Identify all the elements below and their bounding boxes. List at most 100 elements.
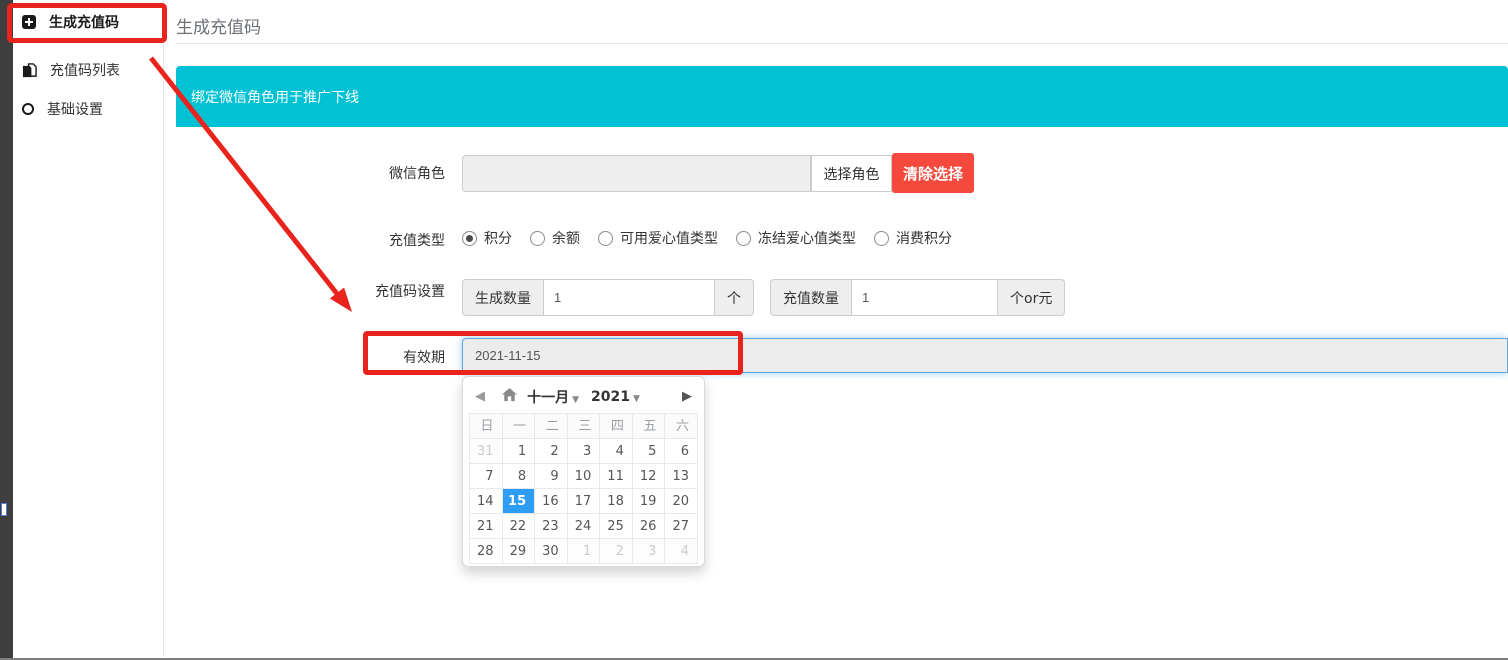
month-label: 十一月 [527,387,569,407]
radio-option[interactable]: 可用爱心值类型 [598,228,718,248]
calendar-day-header: 一 [503,414,536,439]
calendar-day[interactable]: 9 [535,464,568,489]
sidebar-item-basic-settings[interactable]: 基础设置 [22,93,162,125]
calendar-day[interactable]: 16 [535,489,568,514]
home-icon[interactable] [502,388,517,402]
year-label: 2021 [591,389,630,405]
calendar-day[interactable]: 1 [568,539,601,564]
recharge-quantity-suffix: 个or元 [998,279,1065,316]
app-window: 生成充值码 充值码列表 基础设置 生成充值码 绑定微信角色用于推广下线 微信角色… [0,0,1508,660]
calendar-day[interactable]: 25 [600,514,633,539]
calendar-day[interactable]: 23 [535,514,568,539]
prev-month-icon[interactable]: ◀ [475,389,485,404]
calendar-day[interactable]: 5 [633,439,666,464]
calendar-day[interactable]: 6 [665,439,698,464]
calendar-day[interactable]: 11 [600,464,633,489]
sidebar-item-code-list[interactable]: 充值码列表 [22,54,162,86]
calendar-day[interactable]: 17 [568,489,601,514]
radio-icon[interactable] [598,231,613,246]
panel-banner: 绑定微信角色用于推广下线 [176,66,1508,127]
radio-label: 积分 [484,228,512,248]
calendar-day[interactable]: 3 [568,439,601,464]
calendar-day[interactable]: 3 [633,539,666,564]
calendar-day[interactable]: 14 [470,489,503,514]
recharge-quantity-group: 充值数量 个or元 [770,279,1062,316]
recharge-type-label: 充值类型 [325,230,445,250]
calendar-day[interactable]: 10 [568,464,601,489]
copy-icon [22,63,37,78]
calendar-day[interactable]: 30 [535,539,568,564]
calendar-day[interactable]: 2 [535,439,568,464]
calendar-grid: 日一二三四五六311234567891011121314151617181920… [469,413,698,564]
calendar-day[interactable]: 1 [503,439,536,464]
calendar-day[interactable]: 12 [633,464,666,489]
calendar-day-header: 五 [633,414,666,439]
calendar-day-header: 日 [470,414,503,439]
calendar-day-header: 四 [600,414,633,439]
year-select[interactable]: 2021 ▼ [591,389,640,405]
calendar-day[interactable]: 28 [470,539,503,564]
calendar-day[interactable]: 19 [633,489,666,514]
generate-quantity-suffix: 个 [715,279,754,316]
calendar-day[interactable]: 4 [665,539,698,564]
calendar-day[interactable]: 4 [600,439,633,464]
radio-option[interactable]: 余额 [530,228,580,248]
sidebar-item-label: 生成充值码 [49,12,119,32]
month-select[interactable]: 十一月 ▼ [527,387,579,407]
datepicker-popup: ◀ 十一月 ▼ 2021 ▼ ▶ 日一二三四五六3112345678910111… [462,376,705,567]
calendar-day[interactable]: 7 [470,464,503,489]
chevron-down-icon: ▼ [633,394,640,404]
select-role-button[interactable]: 选择角色 [811,155,892,192]
radio-label: 可用爱心值类型 [620,228,718,248]
clear-selection-button[interactable]: 清除选择 [892,153,974,193]
radio-label: 消费积分 [896,228,952,248]
sidebar-item-generate-code[interactable]: 生成充值码 [22,6,162,38]
radio-label: 余额 [552,228,580,248]
calendar-day[interactable]: 21 [470,514,503,539]
wechat-role-label: 微信角色 [325,163,445,183]
generate-quantity-input[interactable] [543,279,715,316]
next-month-icon[interactable]: ▶ [682,389,692,404]
calendar-day[interactable]: 27 [665,514,698,539]
sidebar: 生成充值码 充值码列表 基础设置 [13,0,163,657]
calendar-day[interactable]: 22 [503,514,536,539]
sidebar-divider [163,0,164,657]
sidebar-item-label: 充值码列表 [50,60,120,80]
radio-icon[interactable] [736,231,751,246]
radio-option[interactable]: 冻结爱心值类型 [736,228,856,248]
plus-square-icon [22,15,36,29]
radio-option[interactable]: 积分 [462,228,512,248]
radio-option[interactable]: 消费积分 [874,228,952,248]
edge-marker-icon [1,503,7,516]
calendar-day-selected[interactable]: 15 [503,489,536,514]
page-title: 生成充值码 [176,13,261,38]
calendar-day[interactable]: 31 [470,439,503,464]
calendar-day[interactable]: 13 [665,464,698,489]
radio-icon[interactable] [874,231,889,246]
title-divider [176,43,1508,44]
validity-date-input[interactable] [462,338,1508,373]
circle-icon [22,103,34,115]
calendar-day[interactable]: 24 [568,514,601,539]
validity-label: 有效期 [325,347,445,367]
chevron-down-icon: ▼ [572,395,579,405]
recharge-type-options: 积分 余额 可用爱心值类型 冻结爱心值类型 消费积分 [462,224,952,252]
sidebar-item-label: 基础设置 [47,99,103,119]
calendar-day[interactable]: 29 [503,539,536,564]
calendar-day-header: 二 [535,414,568,439]
radio-label: 冻结爱心值类型 [758,228,856,248]
calendar-day-header: 六 [665,414,698,439]
wechat-role-input[interactable] [462,155,811,192]
calendar-day[interactable]: 26 [633,514,666,539]
generate-quantity-group: 生成数量 个 [462,279,760,316]
calendar-day[interactable]: 18 [600,489,633,514]
calendar-day-header: 三 [568,414,601,439]
calendar-day[interactable]: 2 [600,539,633,564]
calendar-day[interactable]: 20 [665,489,698,514]
month-year-selectors: 十一月 ▼ 2021 ▼ [527,387,640,407]
calendar-day[interactable]: 8 [503,464,536,489]
recharge-quantity-input[interactable] [851,279,998,316]
radio-selected-icon[interactable] [462,231,477,246]
recharge-quantity-prefix: 充值数量 [770,279,851,316]
radio-icon[interactable] [530,231,545,246]
